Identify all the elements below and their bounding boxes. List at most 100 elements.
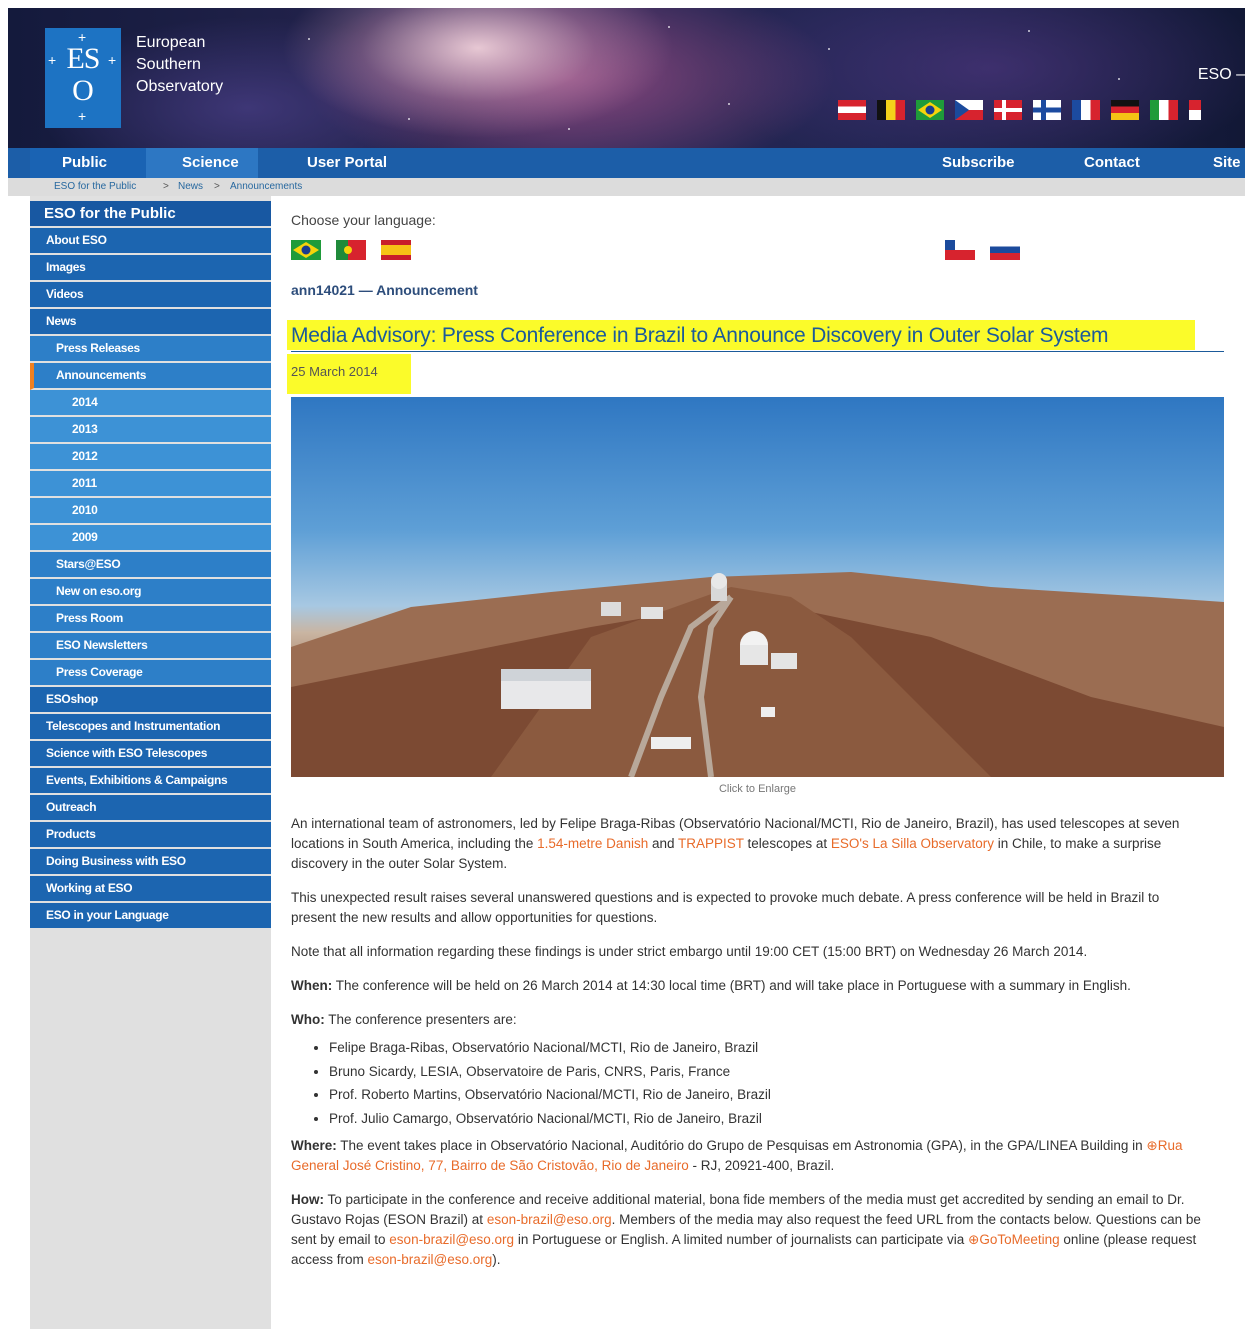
eso-logo[interactable]: + + + ES O + bbox=[45, 28, 121, 128]
austria-flag-icon[interactable] bbox=[838, 100, 866, 120]
email-link[interactable]: eson-brazil@eso.org bbox=[368, 1252, 493, 1267]
org-line: European bbox=[136, 34, 206, 51]
spain-flag-icon[interactable] bbox=[381, 240, 411, 260]
star bbox=[408, 118, 410, 120]
russia-flag-icon[interactable] bbox=[990, 240, 1020, 260]
sidebar-item-outreach[interactable]: Outreach bbox=[30, 795, 271, 822]
breadcrumb-item-news[interactable]: News bbox=[178, 178, 203, 196]
italy-flag-icon[interactable] bbox=[1150, 100, 1178, 120]
who-label: Who: bbox=[291, 1012, 325, 1027]
how-text: in Portuguese or English. A limited numb… bbox=[514, 1232, 969, 1247]
logo-es: ES bbox=[66, 42, 100, 75]
portugal-flag-icon[interactable] bbox=[336, 240, 366, 260]
sidebar-item-press-coverage[interactable]: Press Coverage bbox=[30, 660, 271, 687]
denmark-flag-icon[interactable] bbox=[994, 100, 1022, 120]
nav-user-portal[interactable]: User Portal bbox=[307, 148, 387, 178]
main-nav: Public Science User Portal Subscribe Con… bbox=[8, 148, 1245, 178]
title-divider bbox=[291, 351, 1224, 352]
nav-site[interactable]: Site bbox=[1213, 148, 1241, 178]
sidebar-item-2010[interactable]: 2010 bbox=[30, 498, 271, 525]
nav-public[interactable]: Public bbox=[62, 148, 107, 178]
paragraph-how: How: To participate in the conference an… bbox=[291, 1190, 1206, 1270]
trappist-link[interactable]: TRAPPIST bbox=[678, 836, 744, 851]
external-link-icon: ⊕ bbox=[968, 1232, 980, 1247]
germany-flag-icon[interactable] bbox=[1111, 100, 1139, 120]
star bbox=[828, 48, 830, 50]
announcement-id: ann14021 — Announcement bbox=[291, 282, 478, 298]
nav-subscribe[interactable]: Subscribe bbox=[942, 148, 1015, 178]
chile-flag-icon[interactable] bbox=[945, 240, 975, 260]
breadcrumb-separator: > bbox=[214, 181, 220, 192]
czech-flag-icon[interactable] bbox=[955, 100, 983, 120]
announcement-date: 25 March 2014 bbox=[291, 364, 378, 379]
email-link[interactable]: eson-brazil@eso.org bbox=[487, 1212, 612, 1227]
sidebar-item-events[interactable]: Events, Exhibitions & Campaigns bbox=[30, 768, 271, 795]
map-link-icon: ⊕ bbox=[1146, 1138, 1158, 1153]
sidebar-item-images[interactable]: Images bbox=[30, 255, 271, 282]
org-line: Southern bbox=[136, 56, 201, 73]
brazil-flag-icon[interactable] bbox=[291, 240, 321, 260]
france-flag-icon[interactable] bbox=[1072, 100, 1100, 120]
sidebar-item-new-on-eso[interactable]: New on eso.org bbox=[30, 579, 271, 606]
danish-telescope-link[interactable]: 1.54-metre Danish bbox=[537, 836, 648, 851]
list-item: Prof. Julio Camargo, Observatório Nacion… bbox=[329, 1107, 1206, 1131]
sidebar-item-eso-in-your-language[interactable]: ESO in your Language bbox=[30, 903, 271, 930]
where-text-end: - RJ, 20921-400, Brazil. bbox=[688, 1158, 835, 1173]
breadcrumb-item-public[interactable]: ESO for the Public bbox=[54, 178, 136, 196]
partial-flag-icon[interactable] bbox=[1189, 100, 1201, 120]
brazil-flag-svg bbox=[918, 102, 942, 118]
sidebar-item-doing-business[interactable]: Doing Business with ESO bbox=[30, 849, 271, 876]
sidebar-item-esoshop[interactable]: ESOshop bbox=[30, 687, 271, 714]
language-label: Choose your language: bbox=[291, 212, 436, 228]
photo-caption[interactable]: Click to Enlarge bbox=[291, 783, 1224, 795]
article-body: An international team of astronomers, le… bbox=[291, 814, 1206, 1284]
brazil-flag-icon[interactable] bbox=[916, 100, 944, 120]
star bbox=[668, 26, 670, 28]
la-silla-photo[interactable] bbox=[291, 397, 1224, 777]
when-text: The conference will be held on 26 March … bbox=[332, 978, 1131, 993]
sidebar-item-2014[interactable]: 2014 bbox=[30, 390, 271, 417]
sidebar-item-press-releases[interactable]: Press Releases bbox=[30, 336, 271, 363]
sidebar-item-science[interactable]: Science with ESO Telescopes bbox=[30, 741, 271, 768]
email-link[interactable]: eson-brazil@eso.org bbox=[389, 1232, 514, 1247]
star bbox=[728, 103, 730, 105]
star bbox=[1028, 30, 1030, 32]
org-line: Observatory bbox=[136, 78, 224, 95]
sidebar: ESO for the Public About ESO Images Vide… bbox=[30, 201, 271, 930]
breadcrumb-item-announcements[interactable]: Announcements bbox=[230, 178, 302, 196]
paragraph-embargo: Note that all information regarding thes… bbox=[291, 944, 1088, 959]
sidebar-item-announcements[interactable]: Announcements bbox=[30, 363, 271, 390]
nav-science[interactable]: Science bbox=[182, 148, 239, 178]
star bbox=[568, 128, 570, 130]
breadcrumb-separator: > bbox=[163, 181, 169, 192]
sidebar-item-news[interactable]: News bbox=[30, 309, 271, 336]
when-label: When: bbox=[291, 978, 333, 993]
la-silla-link[interactable]: ESO's La Silla Observatory bbox=[831, 836, 994, 851]
czech-flag-svg bbox=[955, 100, 969, 120]
sidebar-item-2012[interactable]: 2012 bbox=[30, 444, 271, 471]
sidebar-item-videos[interactable]: Videos bbox=[30, 282, 271, 309]
logo-star-icon: + bbox=[78, 108, 87, 124]
sidebar-item-working-at-eso[interactable]: Working at ESO bbox=[30, 876, 271, 903]
sidebar-item-telescopes[interactable]: Telescopes and Instrumentation bbox=[30, 714, 271, 741]
gotomeeting-link[interactable]: GoToMeeting bbox=[979, 1232, 1059, 1247]
sidebar-item-2009[interactable]: 2009 bbox=[30, 525, 271, 552]
logo-o: O bbox=[72, 74, 94, 107]
brazil-flag-svg bbox=[293, 242, 319, 258]
sidebar-title[interactable]: ESO for the Public bbox=[30, 201, 271, 228]
sidebar-item-products[interactable]: Products bbox=[30, 822, 271, 849]
sidebar-item-press-room[interactable]: Press Room bbox=[30, 606, 271, 633]
presenters-list: Felipe Braga-Ribas, Observatório Naciona… bbox=[291, 1036, 1206, 1130]
la-silla-photo-svg bbox=[291, 572, 1224, 777]
paragraph-when: When: The conference will be held on 26 … bbox=[291, 976, 1206, 996]
sidebar-item-eso-newsletters[interactable]: ESO Newsletters bbox=[30, 633, 271, 660]
finland-flag-icon[interactable] bbox=[1033, 100, 1061, 120]
sidebar-item-2013[interactable]: 2013 bbox=[30, 417, 271, 444]
sidebar-item-about-eso[interactable]: About ESO bbox=[30, 228, 271, 255]
finland-flag-svg bbox=[1033, 100, 1061, 120]
sidebar-item-2011[interactable]: 2011 bbox=[30, 471, 271, 498]
eso-subtitle: ESO – bbox=[1197, 66, 1245, 83]
belgium-flag-icon[interactable] bbox=[877, 100, 905, 120]
nav-contact[interactable]: Contact bbox=[1084, 148, 1140, 178]
sidebar-item-stars-at-eso[interactable]: Stars@ESO bbox=[30, 552, 271, 579]
